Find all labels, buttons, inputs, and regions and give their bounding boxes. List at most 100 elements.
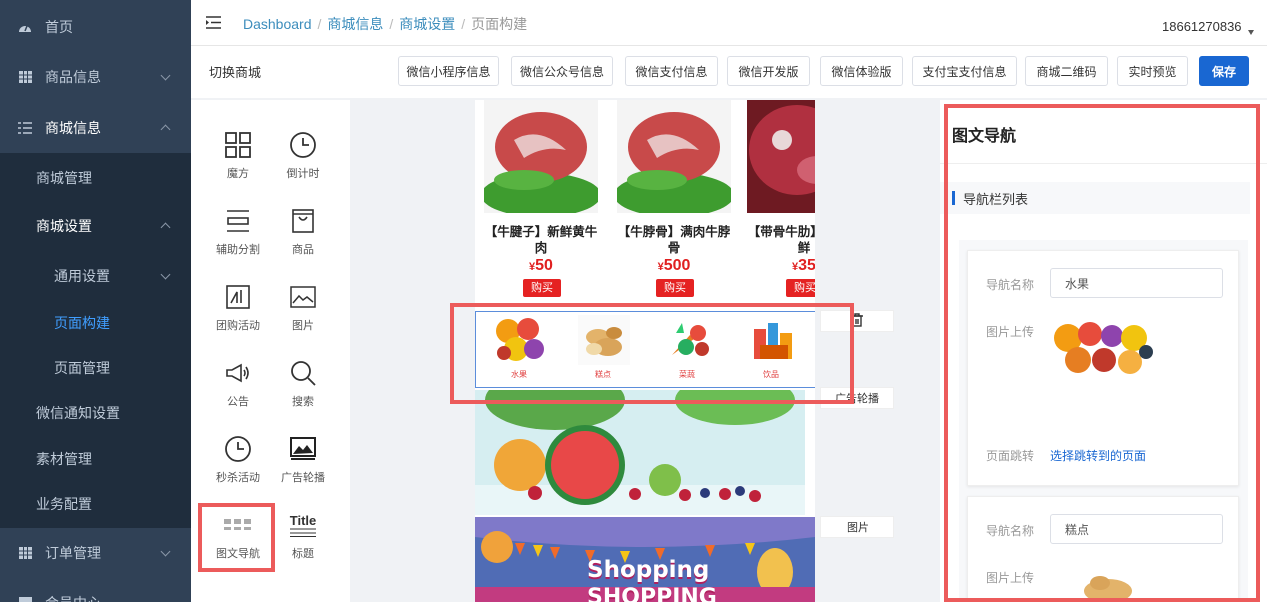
section-marker — [952, 191, 955, 205]
nav-item-vegetable[interactable]: 菜蔬 — [647, 312, 727, 387]
buy-button[interactable]: 购买 — [523, 279, 561, 297]
sidebar-item-label: 通用设置 — [54, 268, 110, 284]
save-button[interactable]: 保存 — [1199, 56, 1249, 86]
grid-icon — [18, 70, 32, 84]
palette-item-title[interactable]: Title 标题 — [268, 504, 338, 574]
carousel-banner[interactable] — [475, 390, 805, 515]
buy-button[interactable]: 购买 — [656, 279, 694, 297]
sidebar-item-materials[interactable]: 素材管理 — [0, 434, 191, 484]
wechat-miniprogram-button[interactable]: 微信小程序信息 — [398, 56, 499, 86]
sidebar-item-label: 页面构建 — [54, 315, 110, 331]
palette-item-group-buy[interactable]: 团购活动 — [203, 276, 273, 346]
nav-name-input[interactable]: 水果 — [1050, 268, 1223, 298]
product-card-clip: 【带骨牛肋】现杀新鲜 ¥35 购买 — [743, 100, 815, 305]
sidebar-item-products[interactable]: 商品信息 — [0, 52, 191, 102]
image-banner[interactable]: Shopping SHOPPING — [475, 517, 815, 602]
wechat-pay-button[interactable]: 微信支付信息 — [625, 56, 718, 86]
uploaded-image[interactable] — [1078, 569, 1138, 602]
field-label: 图片上传 — [986, 325, 1035, 339]
wechat-official-button[interactable]: 微信公众号信息 — [511, 56, 613, 86]
nav-name-input[interactable]: 糕点 — [1050, 514, 1223, 544]
buy-button[interactable]: 购买 — [786, 279, 815, 297]
dashboard-icon — [18, 20, 32, 34]
nav-item-pastry[interactable]: 糕点 — [563, 312, 643, 387]
field-label: 页面跳转 — [986, 449, 1035, 463]
sidebar-item-mall-manage[interactable]: 商城管理 — [0, 153, 191, 203]
trash-icon[interactable] — [851, 312, 863, 330]
wechat-dev-button[interactable]: 微信开发版 — [727, 56, 810, 86]
alipay-button[interactable]: 支付宝支付信息 — [912, 56, 1017, 86]
drinks-image — [746, 315, 798, 365]
palette-item-notice[interactable]: 公告 — [203, 352, 273, 422]
vegetable-image — [662, 315, 714, 365]
palette-item-label: 标题 — [292, 548, 314, 560]
palette-item-search[interactable]: 搜索 — [268, 352, 338, 422]
breadcrumb-item-dashboard[interactable]: Dashboard — [243, 16, 312, 32]
banner-text: Shopping — [587, 557, 710, 583]
sidebar-item-orders[interactable]: 订单管理 — [0, 528, 191, 578]
sidebar-item-mall-info[interactable]: 商城信息 — [0, 103, 191, 153]
palette-item-cube[interactable]: 魔方 — [203, 124, 273, 194]
field-label: 导航名称 — [986, 278, 1035, 292]
switch-mall-label[interactable]: 切换商城 — [209, 62, 261, 81]
mall-qrcode-button[interactable]: 商城二维码 — [1025, 56, 1108, 86]
palette-item-goods[interactable]: 商品 — [268, 200, 338, 270]
price-value: 500 — [663, 257, 691, 274]
product-name: 【牛腱子】新鲜黄牛肉 — [484, 225, 598, 255]
uploaded-image[interactable] — [1050, 316, 1154, 380]
select-page-link[interactable]: 选择跳转到的页面 — [1050, 447, 1146, 464]
breadcrumb-item-mall-settings[interactable]: 商城设置 — [399, 14, 455, 34]
side-tag-image[interactable]: 图片 — [820, 516, 894, 538]
grid-icon — [18, 546, 32, 560]
sidebar-item-mall-settings[interactable]: 商城设置 — [0, 201, 191, 251]
clock-icon — [224, 431, 252, 467]
chevron-up-icon — [160, 124, 171, 135]
chevron-down-icon — [160, 70, 171, 80]
sidebar-item-label: 首页 — [45, 19, 73, 35]
product-card[interactable]: 【牛腱子】新鲜黄牛肉 ¥50 购买 — [480, 100, 598, 305]
product-card[interactable]: 【牛脖骨】满肉牛脖骨 ¥500 购买 — [613, 100, 731, 305]
sidebar-item-home[interactable]: 首页 — [0, 2, 191, 52]
sidebar-item-business[interactable]: 业务配置 — [0, 479, 191, 529]
nav-item-label: 糕点 — [595, 370, 611, 379]
wechat-trial-button[interactable]: 微信体验版 — [820, 56, 903, 86]
palette-item-label: 团购活动 — [216, 320, 260, 332]
palette-item-carousel[interactable]: 广告轮播 — [268, 428, 338, 498]
cube-grid-icon — [225, 127, 251, 163]
sidebar-item-page-manage[interactable]: 页面管理 — [0, 343, 191, 393]
side-tag-carousel[interactable]: 广告轮播 — [820, 387, 894, 409]
user-menu[interactable]: 18661270836 — [1162, 19, 1242, 34]
nav-item-drinks[interactable]: 饮品 — [731, 312, 811, 387]
sidebar-item-wechat-notify[interactable]: 微信通知设置 — [0, 388, 191, 438]
sidebar-item-members[interactable]: 会员中心 — [0, 578, 191, 602]
sidebar-item-general-settings[interactable]: 通用设置 — [0, 251, 191, 301]
sidebar-item-label: 素材管理 — [36, 451, 92, 467]
panel-title: 图文导航 — [952, 128, 1017, 145]
palette-item-countdown[interactable]: 倒计时 — [268, 124, 338, 194]
nav-item-card: 导航名称 糕点 图片上传 — [967, 496, 1239, 602]
chevron-down-icon — [160, 546, 171, 556]
image-nav-icon — [224, 507, 252, 543]
palette-item-divider[interactable]: 辅助分割 — [203, 200, 273, 270]
chevron-up-icon — [160, 222, 171, 233]
title-icon: Title — [290, 507, 316, 543]
sidebar-item-label: 微信通知设置 — [36, 405, 120, 421]
palette-item-flash-sale[interactable]: 秒杀活动 — [203, 428, 273, 498]
hamburger-icon[interactable] — [206, 16, 221, 29]
palette-item-image-nav[interactable]: 图文导航 — [203, 504, 273, 574]
product-card[interactable]: 【带骨牛肋】现杀新鲜 ¥35 购买 — [743, 100, 815, 305]
caret-down-icon[interactable] — [1248, 30, 1254, 35]
image-nav-block[interactable]: 水果 糕点 菜蔬 饮品 — [475, 311, 815, 388]
breadcrumb-item-mall-info[interactable]: 商城信息 — [327, 14, 383, 34]
delete-tag[interactable] — [820, 310, 894, 332]
palette-item-label: 图片 — [292, 320, 314, 332]
product-name: 【牛脖骨】满肉牛脖骨 — [617, 225, 731, 255]
submenu: 商城管理 商城设置 通用设置 页面构建 页面管理 微信通知设置 素材管理 业务配… — [0, 153, 191, 528]
palette-item-image[interactable]: 图片 — [268, 276, 338, 346]
list-icon — [18, 121, 32, 135]
live-preview-button[interactable]: 实时预览 — [1117, 56, 1188, 86]
sidebar-item-page-build[interactable]: 页面构建 — [0, 298, 191, 348]
grid-icon — [18, 596, 32, 602]
nav-item-fruit[interactable]: 水果 — [479, 312, 559, 387]
sidebar-item-label: 订单管理 — [45, 545, 101, 561]
